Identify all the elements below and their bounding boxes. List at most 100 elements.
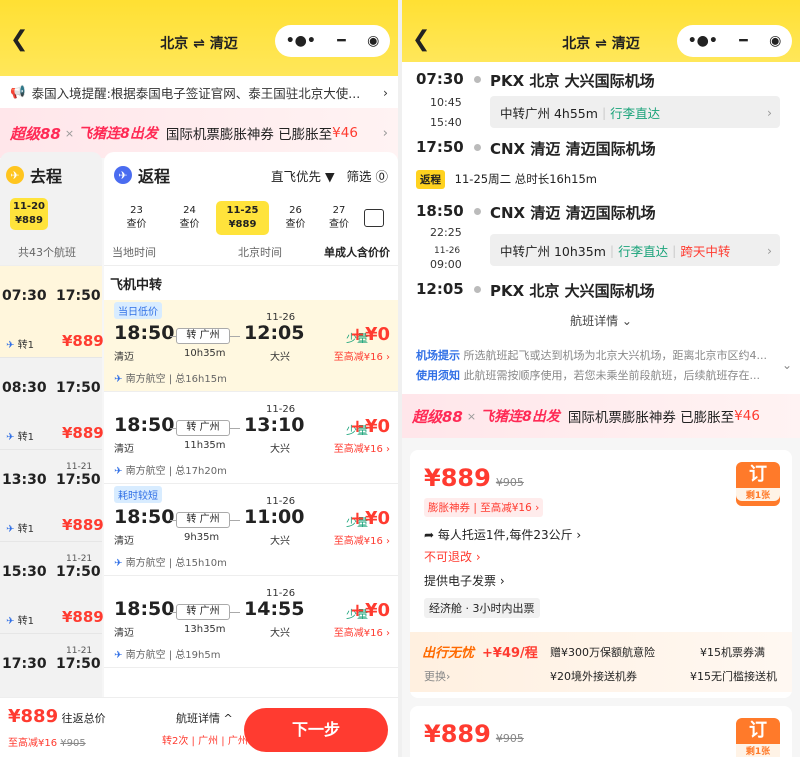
airline: ✈ 南方航空 | 总17h20m bbox=[114, 466, 227, 477]
discount[interactable]: 至高减¥16 › bbox=[334, 624, 390, 639]
next-step-button[interactable]: 下一步 bbox=[244, 708, 388, 752]
tab-outbound[interactable]: ✈ 去程 bbox=[0, 152, 102, 198]
return-flight-card[interactable]: 当日低价 11-26 18:50 转 广州 12:05 清迈 10h35m 大兴… bbox=[104, 300, 398, 392]
tab-return[interactable]: ✈ 返程 直飞优先 ▼ 筛选 ⓪ bbox=[104, 152, 398, 198]
airline-logo-icon: ✈ bbox=[114, 650, 123, 661]
bundle-change[interactable]: 更换› bbox=[424, 668, 450, 684]
return-flight-card[interactable]: 11-26 18:50 转 广州 14:55 清迈 13h35m 大兴 少量 +… bbox=[104, 576, 398, 668]
outbound-row[interactable]: 08:30 17:50 ✈ 转1 ¥889 bbox=[0, 358, 104, 450]
promo-amount: ¥46 bbox=[332, 125, 358, 141]
fare-card[interactable]: ¥889 ¥905 订 剩1张 bbox=[410, 706, 792, 757]
outbound-column: 11-20 ¥889 共43个航班 07:30 17:50 ✈ 转1 ¥889 … bbox=[0, 198, 104, 697]
out-dep-time: 13:30 bbox=[2, 472, 47, 488]
airport-tip[interactable]: 机场提示 所选航班起飞或达到机场为北京大兴机场，距离北京市区约4... bbox=[416, 347, 780, 363]
duration: 9h35m bbox=[184, 532, 220, 543]
return-transfer[interactable]: 中转广州 10h35m | 行李直达 | 跨天中转 › bbox=[490, 234, 780, 266]
notice-text: 泰国入境提醒:根据泰国电子签证官网、泰王国驻北京大使... bbox=[31, 85, 361, 101]
ret-arr-airport: PKX 北京 大兴国际机场 bbox=[490, 282, 655, 300]
airline: ✈ 南方航空 | 总15h10m bbox=[114, 558, 227, 569]
from-city: 清迈 bbox=[114, 536, 134, 547]
more-icon[interactable]: •●• bbox=[286, 33, 316, 49]
close-target-icon[interactable]: ◉ bbox=[769, 33, 781, 49]
coupon-badge[interactable]: 膨胀神券 | 至高减¥16 › bbox=[424, 498, 544, 517]
fare-card[interactable]: ¥889 ¥905 膨胀神券 | 至高减¥16 › 订 剩1张 ➦ 每人托运1件… bbox=[410, 450, 792, 698]
via-city: 转 广州 bbox=[176, 512, 230, 528]
outbound-row[interactable]: 11-21 15:30 17:50 ✈ 转1 ¥889 bbox=[0, 542, 104, 634]
date-option[interactable]: 23 查价 bbox=[110, 201, 163, 235]
chevron-down-icon[interactable]: ⌄ bbox=[782, 358, 792, 372]
seats-left: 剩1张 bbox=[736, 488, 780, 501]
return-info: 返程 11-25周二 总时长16h15m bbox=[416, 170, 597, 189]
minimize-icon[interactable]: ━ bbox=[739, 33, 747, 49]
date-option[interactable]: 24 查价 bbox=[163, 201, 216, 235]
total-price: ¥889 bbox=[8, 706, 59, 727]
worry-free-bundle[interactable]: 出行无忧 +¥49/程 更换› 赠¥300万保额航意险 ¥15机票券满 ¥20境… bbox=[410, 632, 792, 692]
book-button[interactable]: 订 剩1张 bbox=[736, 462, 780, 506]
outbound-date-chip[interactable]: 11-20 ¥889 bbox=[10, 198, 48, 230]
fare-price: ¥889 bbox=[424, 720, 491, 748]
outbound-transfer[interactable]: 中转广州 4h55m | 行李直达 › bbox=[490, 96, 780, 128]
dep-time: 18:50 bbox=[114, 598, 175, 620]
entry-notice[interactable]: 📢 泰国入境提醒:根据泰国电子签证官网、泰王国驻北京大使... › bbox=[0, 76, 398, 108]
return-flight-card[interactable]: 11-26 18:50 转 广州 13:10 清迈 11h35m 大兴 少量 +… bbox=[104, 392, 398, 484]
promo-banner[interactable]: 超级88 × 飞猪连8出发 国际机票膨胀神券 已膨胀至 ¥46 bbox=[402, 394, 800, 438]
to-city: 大兴 bbox=[270, 352, 290, 363]
flight-details-link[interactable]: 航班详情 ⌄ bbox=[402, 312, 800, 329]
outbound-row[interactable]: 11-21 13:30 17:50 ✈ 转1 ¥889 bbox=[0, 450, 104, 542]
megaphone-icon: 📢 bbox=[10, 84, 26, 99]
return-flight-card[interactable]: 耗时较短 11-26 18:50 转 广州 11:00 清迈 9h35m 大兴 … bbox=[104, 484, 398, 576]
calendar-icon[interactable] bbox=[364, 209, 384, 227]
promo-banner[interactable]: 超级88 × 飞猪连8出发 国际机票膨胀神券 已膨胀至 ¥46 › bbox=[0, 108, 398, 158]
seats-left: 剩1张 bbox=[736, 744, 780, 757]
promo-amount: ¥46 bbox=[734, 408, 760, 424]
stops-summary: 转2次 | 广州 | 广州 bbox=[162, 736, 248, 747]
refund-policy[interactable]: 不可退改 › bbox=[424, 548, 481, 565]
out-stop: ✈ 转1 bbox=[6, 340, 34, 351]
close-target-icon[interactable]: ◉ bbox=[367, 33, 379, 49]
out-dep-time: 07:30 bbox=[416, 70, 464, 88]
mini-program-capsule[interactable]: •●• ━ ◉ bbox=[275, 25, 390, 57]
date-option-selected[interactable]: 11-25 ¥889 bbox=[216, 201, 269, 235]
flight-details-toggle[interactable]: 航班详情 ^ bbox=[176, 710, 233, 726]
baggage-info[interactable]: ➦ 每人托运1件,每件23公斤 › bbox=[424, 526, 581, 543]
bottom-bar: ¥889 往返总价 至高减¥16 ¥905 航班详情 ^ 转2次 | 广州 | … bbox=[0, 697, 398, 757]
mini-program-capsule[interactable]: •●• ━ ◉ bbox=[677, 25, 792, 57]
chevron-right-icon: › bbox=[382, 125, 388, 141]
more-icon[interactable]: •●• bbox=[688, 33, 718, 49]
ret-dep-airport: CNX 清迈 清迈国际机场 bbox=[490, 204, 656, 222]
via-city: 转 广州 bbox=[176, 420, 230, 436]
share-icon[interactable]: ➦ bbox=[424, 528, 434, 542]
minimize-icon[interactable]: ━ bbox=[337, 33, 345, 49]
header-price: 单成人含价价 bbox=[324, 245, 390, 259]
discount[interactable]: 至高减¥16 › bbox=[334, 348, 390, 363]
total-flights: 共43个航班 bbox=[0, 238, 102, 266]
promo-brand1: 超级88 bbox=[10, 124, 61, 143]
airline-logo-icon: ✈ bbox=[114, 466, 123, 477]
overnight-transfer: 跨天中转 bbox=[680, 243, 731, 259]
outbound-row[interactable]: 07:30 17:50 ✈ 转1 ¥889 bbox=[0, 266, 104, 358]
promo-x: × bbox=[64, 126, 75, 140]
airport-tip-label: 机场提示 bbox=[416, 349, 460, 362]
bundle-price: +¥49/程 bbox=[482, 646, 538, 661]
to-city: 大兴 bbox=[270, 628, 290, 639]
via-city: 转 广州 bbox=[176, 604, 230, 620]
right-panel: ❮ 北京 ⇌ 清迈 •●• ━ ◉ 07:30 PKX 北京 大兴国际机场 10… bbox=[402, 0, 800, 757]
arr-time: 13:10 bbox=[244, 414, 305, 436]
ret-transfer-arr: 22:25 bbox=[430, 226, 462, 239]
filter-button[interactable]: 筛选 ⓪ bbox=[347, 169, 388, 184]
airline: ✈ 南方航空 | 总16h15m bbox=[114, 374, 227, 385]
discount[interactable]: 至高减¥16 › bbox=[334, 440, 390, 455]
sort-direct-first[interactable]: 直飞优先 ▼ bbox=[271, 169, 335, 184]
book-button[interactable]: 订 剩1张 bbox=[736, 718, 780, 757]
flight-price: +¥0 bbox=[349, 508, 390, 529]
out-stop: ✈ 转1 bbox=[6, 524, 34, 535]
invoice-info[interactable]: 提供电子发票 › bbox=[424, 572, 505, 589]
top-bar: ❮ 北京 ⇌ 清迈 •●• ━ ◉ bbox=[402, 0, 800, 62]
usage-notice[interactable]: 使用须知 此航班需按顺序使用，若您未乘坐前段航班，后续航班存在... bbox=[416, 367, 780, 383]
out-price: ¥889 bbox=[62, 516, 104, 534]
bundle-item: ¥15机票券满 bbox=[700, 646, 765, 659]
date-option[interactable]: 27 查价 bbox=[322, 201, 356, 235]
date-option[interactable]: 26 查价 bbox=[269, 201, 322, 235]
discount[interactable]: 至高减¥16 › bbox=[334, 532, 390, 547]
chevron-right-icon: › bbox=[383, 84, 388, 100]
